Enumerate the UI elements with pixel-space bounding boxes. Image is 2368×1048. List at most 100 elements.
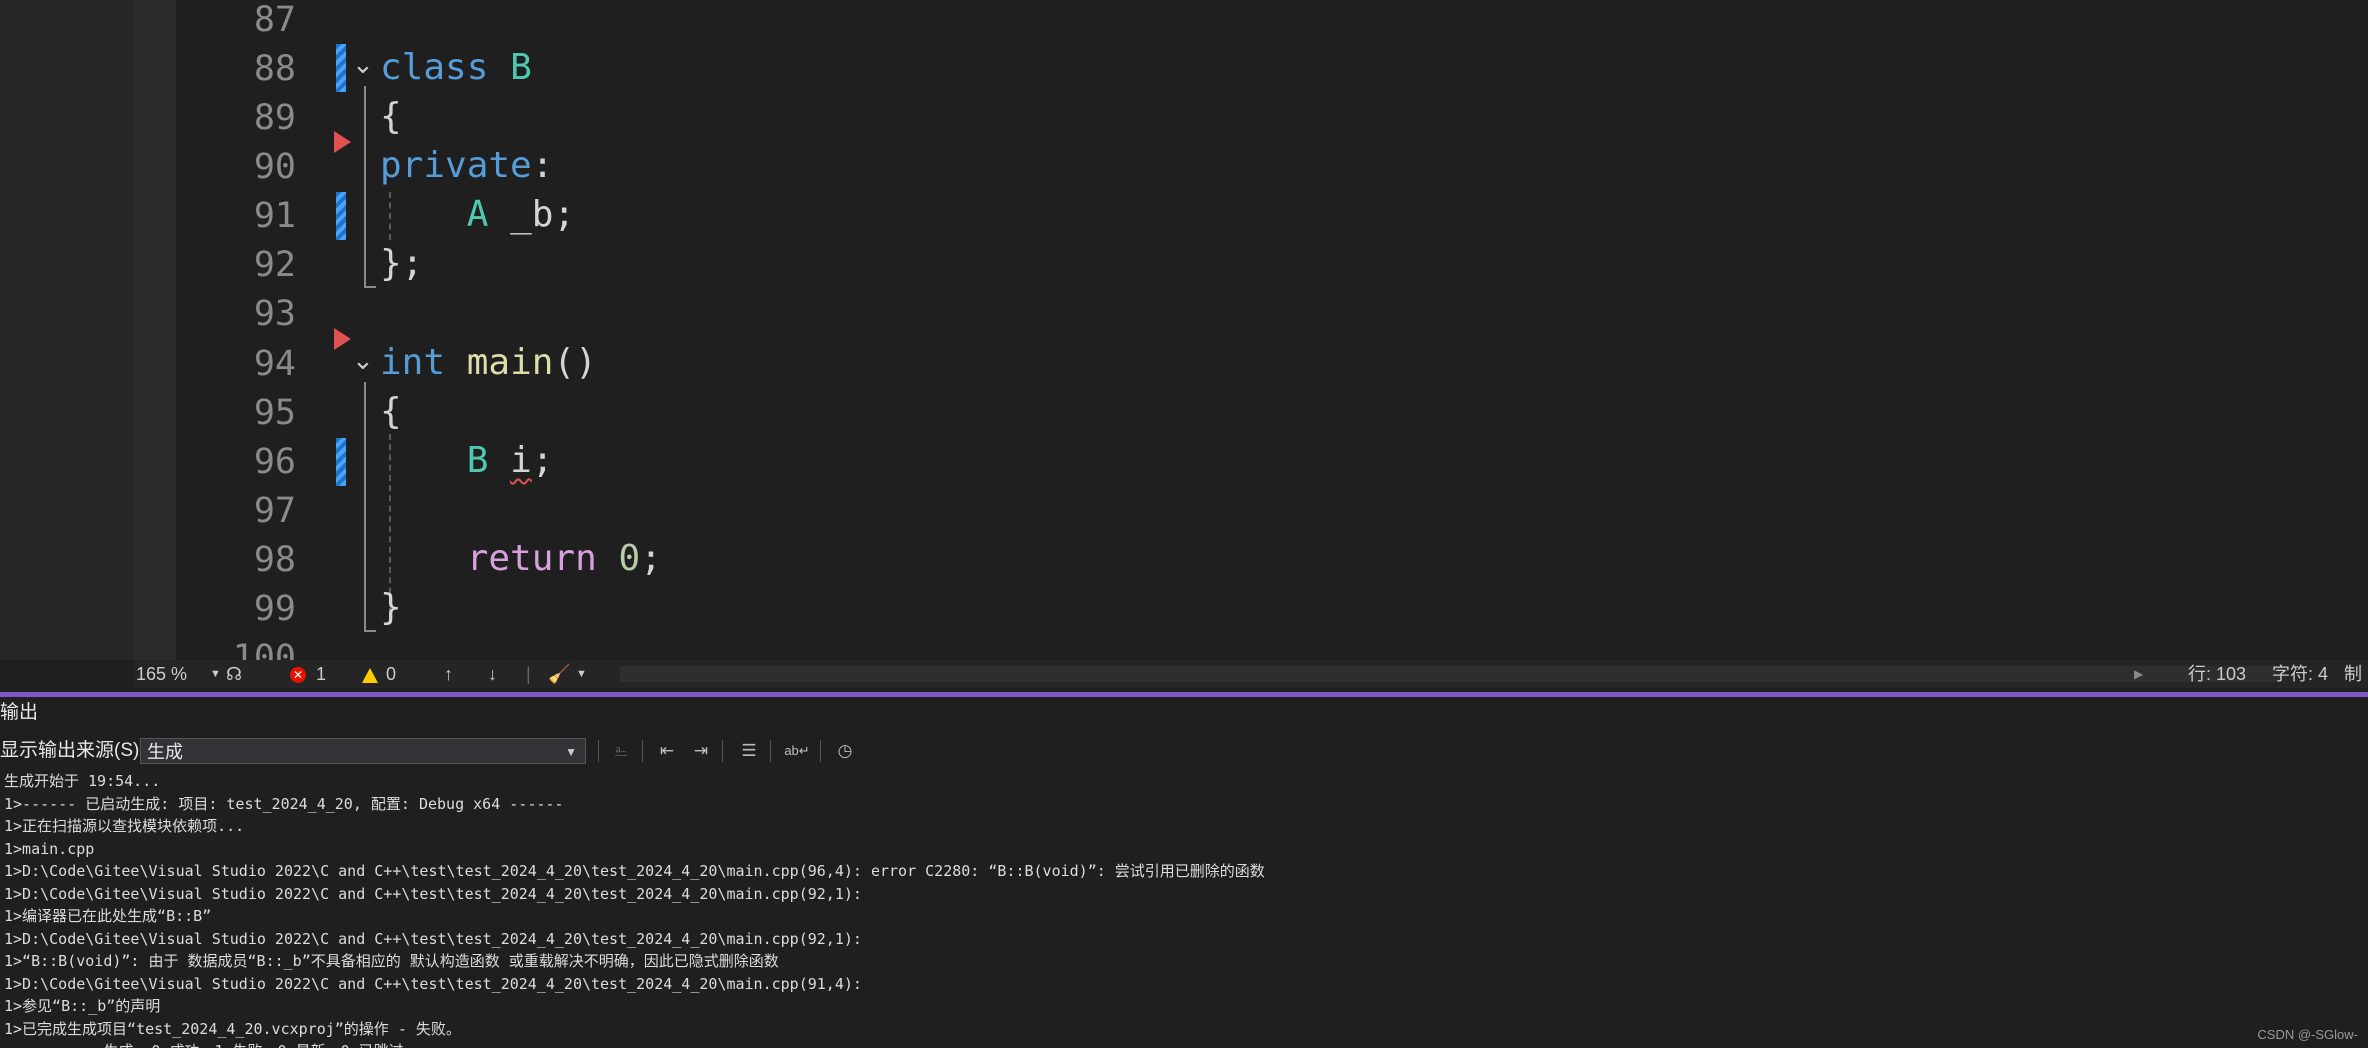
line-indicator[interactable]: 行: 103 (2188, 660, 2246, 688)
chevron-down-icon[interactable]: ▼ (576, 660, 587, 688)
code-line: int main() (380, 338, 597, 387)
output-line: 1>已完成生成项目“test_2024_4_20.vcxproj”的操作 - 失… (4, 1019, 461, 1038)
code-line: } (380, 583, 402, 632)
output-line: 1>参见“B::_b”的声明 (4, 997, 161, 1015)
type-name: B (466, 440, 489, 481)
code-line: B i; (380, 436, 554, 485)
copilot-icon[interactable]: ☊ (226, 660, 242, 688)
code-line: }; (380, 239, 423, 288)
error-circle-icon[interactable]: ✕ (290, 660, 306, 688)
output-line: 1>------ 已启动生成: 项目: test_2024_4_20, 配置: … (4, 794, 564, 813)
code-line: private: (380, 141, 553, 190)
output-line: 1>D:\Code\Gitee\Visual Studio 2022\C and… (4, 884, 862, 903)
clock-icon[interactable]: ◷ (832, 738, 858, 764)
type-name: A (466, 194, 489, 235)
brace: } (380, 587, 402, 628)
number: 0 (618, 538, 641, 579)
code-line: return 0; (380, 534, 662, 583)
output-line: 1>编译器已在此处生成“B::B” (4, 907, 212, 925)
output-line: 1>D:\Code\Gitee\Visual Studio 2022\C and… (4, 974, 862, 993)
arrow-up-icon[interactable]: ↑ (444, 660, 453, 688)
status-tail[interactable]: 制 (2344, 660, 2362, 688)
indicator-margin (134, 0, 176, 660)
code-editor[interactable]: 87 88 89 90 91 92 93 94 95 96 97 98 99 1… (176, 0, 2368, 660)
code-line: { (380, 92, 402, 141)
toolbar-separator (642, 740, 643, 762)
editor-status-bar: 165 % ▼ ☊ ✕ 1 0 ↑ ↓ | 🧹 ▼ ◀ ▶ 行: 103 字符:… (134, 660, 2368, 688)
toolbar-separator (770, 740, 771, 762)
goto-location-icon[interactable]: ⎁ (608, 738, 634, 764)
output-line: 1>main.cpp (4, 839, 95, 858)
scope-guide (364, 382, 366, 632)
panel-title: 输出 (0, 702, 39, 723)
panel-accent-bar (0, 692, 2368, 697)
source-value: 生成 (147, 742, 183, 762)
warning-count[interactable]: 0 (386, 660, 396, 688)
chevron-down-icon[interactable]: ⌄ (352, 346, 374, 376)
horizontal-scrollbar[interactable] (620, 666, 2280, 682)
chevron-down-icon[interactable]: ⌄ (352, 50, 374, 80)
source-label: 显示输出来源(S): (0, 740, 145, 761)
chevron-down-icon[interactable]: ▼ (210, 660, 221, 688)
change-marker (336, 192, 346, 240)
arrow-down-icon[interactable]: ↓ (488, 660, 497, 688)
line-number: 90 (253, 147, 296, 187)
keyword: private (380, 145, 532, 186)
scope-guide (364, 630, 376, 632)
output-text[interactable]: 生成开始于 19:54... 1>------ 已启动生成: 项目: test_… (4, 770, 2364, 1048)
line-number: 99 (253, 589, 296, 629)
brush-icon[interactable]: 🧹 (548, 660, 570, 688)
line-number: 91 (253, 196, 296, 236)
output-panel: 输出 显示输出来源(S): 生成 ▼ ⎁ ⇤ ⇥ ☰ ab↵ ◷ 生成开始于 1… (0, 692, 2368, 1048)
output-line: 1>“B::B(void)”: 由于 数据成员“B::_b”不具备相应的 默认构… (4, 952, 779, 970)
output-toolbar: 显示输出来源(S): 生成 ▼ ⎁ ⇤ ⇥ ☰ ab↵ ◷ (0, 734, 2368, 768)
red-arrow-icon[interactable] (334, 131, 351, 153)
watermark: CSDN @-SGlow- (2257, 1027, 2358, 1042)
scope-guide (364, 86, 366, 288)
warning-triangle-icon[interactable] (362, 660, 378, 688)
error-count[interactable]: 1 (316, 660, 326, 688)
source-select[interactable]: 生成 ▼ (140, 738, 586, 764)
keyword: return (466, 538, 597, 579)
zoom-level[interactable]: 165 % (136, 660, 187, 688)
line-number: 98 (253, 540, 296, 580)
parens: () (553, 342, 597, 383)
line-number: 92 (253, 245, 296, 285)
toolbar-separator (722, 740, 723, 762)
colon: : (531, 145, 554, 186)
member: _b; (488, 194, 576, 235)
keyword: class (380, 47, 489, 88)
function-name: main (466, 342, 554, 383)
clear-all-icon[interactable]: ☰ (736, 738, 762, 764)
toolbar-separator (820, 740, 821, 762)
line-number: 96 (253, 442, 296, 482)
code-line: { (380, 387, 402, 436)
output-line: 生成开始于 19:54... (4, 772, 161, 790)
error-squiggle-variable[interactable]: i (510, 440, 532, 481)
red-arrow-icon[interactable] (334, 328, 351, 350)
left-margin (0, 0, 134, 660)
line-number: 93 (253, 294, 296, 334)
toolbar-separator (598, 740, 599, 762)
keyword: int (380, 342, 446, 383)
line-number: 97 (253, 491, 296, 531)
word-wrap-icon[interactable]: ab↵ (784, 738, 810, 764)
line-number: 87 (253, 0, 296, 40)
scroll-right-icon[interactable]: ▶ (2134, 660, 2143, 688)
output-line: 1>D:\Code\Gitee\Visual Studio 2022\C and… (4, 929, 862, 948)
chevron-down-icon: ▼ (565, 745, 577, 759)
code-line: A _b; (380, 190, 575, 239)
output-line: 1>D:\Code\Gitee\Visual Studio 2022\C and… (4, 862, 1265, 880)
line-number: 95 (253, 393, 296, 433)
change-marker (336, 438, 346, 486)
semicolon: ; (531, 440, 554, 481)
brace: { (380, 96, 402, 137)
class-name: B (510, 47, 532, 88)
scope-guide (364, 286, 376, 288)
output-line: ========== 生成: 0 成功，1 失败，0 最新，0 已跳过 ====… (4, 1040, 2364, 1048)
line-number: 94 (253, 344, 296, 384)
char-indicator[interactable]: 字符: 4 (2272, 660, 2328, 688)
prev-message-icon[interactable]: ⇤ (654, 738, 680, 764)
line-number: 100 (232, 638, 296, 660)
next-message-icon[interactable]: ⇥ (688, 738, 714, 764)
